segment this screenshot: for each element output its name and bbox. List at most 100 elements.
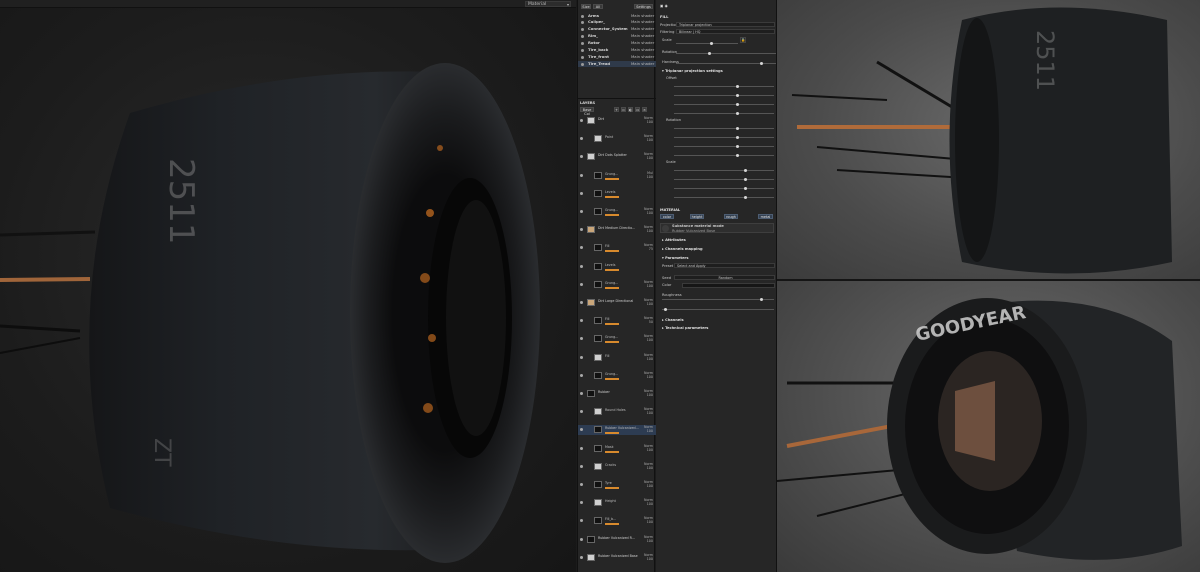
parameter-slider[interactable] bbox=[674, 93, 774, 97]
add-folder-icon[interactable]: ▭ bbox=[635, 107, 640, 112]
layer-row[interactable]: Dirt Dots Splatter Norm 100 bbox=[578, 152, 656, 162]
parameter-slider[interactable] bbox=[674, 135, 774, 139]
sublayer-row[interactable]: Grung... Norm 100 bbox=[578, 371, 656, 381]
opacity-value[interactable]: 100 bbox=[644, 411, 653, 415]
visibility-icon[interactable] bbox=[581, 34, 584, 38]
layer-row[interactable]: Rubber Norm 100 bbox=[578, 389, 656, 399]
layer-row[interactable]: Dirt Large Directional Norm 100 bbox=[578, 298, 656, 308]
sublayer-row[interactable]: Grung... Norm 100 bbox=[578, 207, 656, 217]
slider-knob[interactable] bbox=[744, 168, 747, 172]
layer-blend-opacity[interactable]: Norm 100 bbox=[644, 116, 653, 124]
projection-select[interactable]: Triplanar projection bbox=[676, 22, 775, 27]
visibility-eye-icon[interactable] bbox=[580, 483, 583, 486]
sublayer-row[interactable]: Grung... Mul 100 bbox=[578, 171, 656, 181]
parameter-slider[interactable] bbox=[674, 126, 774, 130]
opacity-value[interactable]: 50 bbox=[644, 320, 653, 324]
parameter-slider[interactable] bbox=[674, 168, 774, 172]
lock-icon[interactable]: 🔒 bbox=[740, 37, 746, 43]
sublayer-row[interactable]: Paint Norm 100 bbox=[578, 134, 656, 144]
visibility-icon[interactable] bbox=[581, 20, 584, 24]
technical-parameters-section[interactable]: ▸ Technical parameters bbox=[662, 326, 708, 330]
opacity-value[interactable]: 100 bbox=[644, 138, 653, 142]
all-button[interactable]: All bbox=[593, 4, 603, 9]
channel-toggle-metal[interactable]: metal bbox=[758, 214, 773, 219]
visibility-eye-icon[interactable] bbox=[580, 428, 583, 432]
opacity-value[interactable]: 100 bbox=[644, 557, 653, 561]
layer-blend-opacity[interactable]: Norm 100 bbox=[644, 298, 653, 306]
sublayer-row[interactable]: Levels bbox=[578, 262, 656, 272]
texture-set-item[interactable]: Connector_System Main shader bbox=[578, 26, 656, 32]
visibility-icon[interactable] bbox=[581, 55, 584, 59]
sublayer-row[interactable]: Tyre Norm 100 bbox=[578, 480, 656, 490]
slider-knob[interactable] bbox=[736, 135, 739, 139]
slider-knob[interactable] bbox=[736, 93, 739, 97]
parameter-slider[interactable] bbox=[662, 307, 774, 311]
texture-set-item[interactable]: Tire_front Main shader bbox=[578, 54, 656, 60]
opacity-value[interactable]: 100 bbox=[644, 502, 653, 506]
visibility-eye-icon[interactable] bbox=[580, 264, 583, 268]
layer-blend-opacity[interactable]: Norm 100 bbox=[644, 152, 653, 160]
sublayer-row[interactable]: Grung... Norm 100 bbox=[578, 280, 656, 290]
opacity-value[interactable]: 100 bbox=[644, 156, 653, 160]
visibility-eye-icon[interactable] bbox=[580, 228, 583, 232]
opacity-value[interactable]: 100 bbox=[644, 466, 653, 470]
layer-row[interactable]: Dirt Norm 100 bbox=[578, 116, 656, 126]
viewport-3d[interactable]: Material ▾ 2511 ZT bbox=[0, 0, 576, 572]
slider-knob[interactable] bbox=[736, 111, 739, 115]
layer-blend-opacity[interactable]: Norm 100 bbox=[644, 225, 653, 233]
size-button[interactable]: Size bbox=[581, 4, 591, 9]
layer-blend-opacity[interactable]: Norm 100 bbox=[644, 334, 653, 342]
texture-set-item-selected[interactable]: Tire_Tread Main shader bbox=[578, 61, 656, 67]
visibility-eye-icon[interactable] bbox=[580, 373, 583, 377]
opacity-value[interactable]: 100 bbox=[644, 520, 653, 524]
delete-layer-icon[interactable]: × bbox=[642, 107, 647, 112]
visibility-eye-icon[interactable] bbox=[580, 137, 583, 141]
sublayer-row[interactable]: Fill Norm 75 bbox=[578, 243, 656, 253]
layer-blend-opacity[interactable]: Norm 100 bbox=[644, 480, 653, 488]
visibility-eye-icon[interactable] bbox=[580, 519, 583, 523]
layer-blend-opacity[interactable]: Norm 100 bbox=[644, 535, 653, 543]
visibility-eye-icon[interactable] bbox=[580, 410, 583, 414]
opacity-value[interactable]: 100 bbox=[644, 448, 653, 452]
slider-knob[interactable] bbox=[760, 61, 763, 65]
visibility-eye-icon[interactable] bbox=[580, 446, 583, 450]
visibility-icon[interactable] bbox=[581, 14, 584, 18]
layer-row[interactable]: Dirt Medium Directio... Norm 100 bbox=[578, 225, 656, 235]
visibility-eye-icon[interactable] bbox=[580, 282, 583, 286]
rotation-slider[interactable] bbox=[676, 51, 776, 55]
parameter-slider[interactable] bbox=[674, 195, 774, 199]
sublayer-row[interactable]: Fill Norm 100 bbox=[578, 353, 656, 363]
opacity-value[interactable]: 75 bbox=[644, 247, 653, 251]
layer-blend-opacity[interactable]: Mul 100 bbox=[647, 171, 653, 179]
opacity-value[interactable]: 100 bbox=[644, 539, 653, 543]
slider-knob[interactable] bbox=[736, 102, 739, 106]
visibility-eye-icon[interactable] bbox=[580, 355, 583, 359]
visibility-eye-icon[interactable] bbox=[580, 173, 583, 177]
visibility-eye-icon[interactable] bbox=[580, 191, 583, 195]
opacity-value[interactable]: 100 bbox=[644, 375, 653, 379]
shader-select[interactable]: Main shader bbox=[631, 54, 654, 60]
layer-blend-opacity[interactable]: Norm 100 bbox=[644, 207, 653, 215]
opacity-value[interactable]: 100 bbox=[644, 211, 653, 215]
seed-random-button[interactable]: Random bbox=[674, 275, 775, 280]
channel-select[interactable]: Base Col bbox=[580, 107, 594, 116]
sublayer-row[interactable]: Grung... Norm 100 bbox=[578, 334, 656, 344]
parameter-slider[interactable] bbox=[674, 186, 774, 190]
parameter-slider[interactable] bbox=[674, 144, 774, 148]
visibility-eye-icon[interactable] bbox=[580, 392, 583, 395]
opacity-value[interactable]: 100 bbox=[644, 284, 653, 288]
slider-knob[interactable] bbox=[736, 153, 739, 157]
layer-blend-opacity[interactable]: Norm 100 bbox=[644, 280, 653, 288]
slider-knob[interactable] bbox=[744, 186, 747, 190]
slider-knob[interactable] bbox=[664, 307, 667, 311]
shader-select[interactable]: Main shader bbox=[631, 47, 654, 53]
opacity-value[interactable]: 100 bbox=[644, 429, 653, 433]
shader-select[interactable]: Main shader bbox=[631, 19, 654, 25]
roughness-slider[interactable] bbox=[662, 297, 774, 301]
opacity-value[interactable]: 100 bbox=[644, 120, 653, 124]
visibility-eye-icon[interactable] bbox=[580, 246, 583, 250]
shader-select[interactable]: Main shader bbox=[631, 61, 654, 67]
slider-knob[interactable] bbox=[736, 84, 739, 88]
slider-knob[interactable] bbox=[760, 297, 763, 301]
layer-blend-opacity[interactable]: Norm 100 bbox=[644, 371, 653, 379]
